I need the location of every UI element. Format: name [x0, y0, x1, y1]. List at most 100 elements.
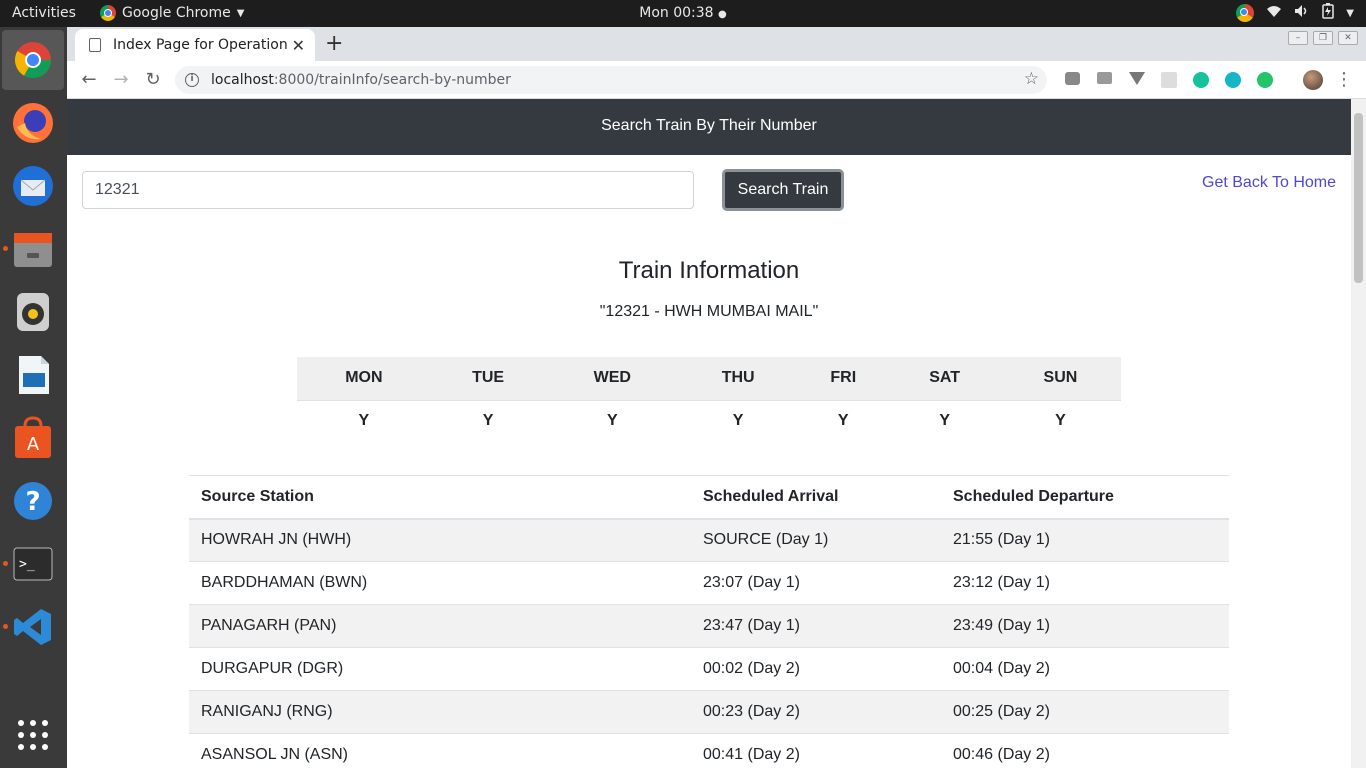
home-link[interactable]: Get Back To Home [1202, 174, 1336, 192]
forward-button[interactable]: → [108, 67, 134, 93]
svg-text:A: A [27, 434, 40, 455]
gnome-top-bar: Activities Google Chrome ▼ Mon 00:38 ● ▼ [0, 0, 1366, 27]
page-icon [89, 38, 101, 52]
dock-files[interactable] [3, 224, 58, 274]
app-menu-label: Google Chrome [122, 5, 231, 21]
chrome-tray-icon[interactable] [1236, 4, 1255, 22]
wifi-icon[interactable] [1266, 4, 1282, 22]
system-menu-chevron-icon[interactable]: ▼ [1346, 8, 1354, 19]
column-header-departure: Scheduled Departure [941, 475, 1229, 520]
days-value-row: Y Y Y Y Y Y Y [297, 400, 1121, 442]
vpn-extension-icon[interactable] [1129, 72, 1145, 85]
page-scrollbar[interactable] [1351, 99, 1366, 768]
firefox-icon [13, 103, 53, 143]
help-icon: ? [14, 482, 52, 520]
running-indicator [3, 624, 8, 629]
dock-software[interactable]: A [8, 413, 58, 463]
battery-icon[interactable] [1322, 3, 1335, 23]
close-tab-icon[interactable]: ✕ [292, 36, 305, 55]
dock-thunderbird[interactable] [8, 161, 58, 211]
dock: A ? >_ [0, 27, 67, 768]
scrollbar-thumb[interactable] [1354, 113, 1363, 283]
volume-icon[interactable] [1294, 4, 1310, 22]
running-indicator [3, 561, 8, 566]
tab-active[interactable]: Index Page for Operation ✕ [75, 29, 315, 61]
departure-cell: 21:55 (Day 1) [941, 518, 1229, 562]
close-window-button[interactable]: ✕ [1338, 31, 1358, 45]
column-header-arrival: Scheduled Arrival [691, 475, 941, 520]
arrival-cell: SOURCE (Day 1) [691, 518, 941, 562]
page-header: Search Train By Their Number [67, 99, 1351, 155]
dock-writer[interactable] [8, 350, 58, 400]
profile-avatar[interactable] [1303, 70, 1323, 90]
dock-vscode[interactable] [3, 602, 58, 652]
table-row: ASANSOL JN (ASN) 00:41 (Day 2) 00:46 (Da… [189, 733, 1229, 768]
dock-chrome[interactable] [2, 30, 64, 90]
activities-button[interactable]: Activities [12, 5, 76, 21]
chrome-menu-icon[interactable]: ⋮ [1331, 67, 1357, 93]
reload-button[interactable]: ↻ [140, 67, 166, 93]
new-tab-button[interactable]: + [325, 31, 343, 56]
table-row: RANIGANJ (RNG) 00:23 (Day 2) 00:25 (Day … [189, 690, 1229, 734]
writer-icon [19, 356, 49, 394]
page-header-title: Search Train By Their Number [601, 117, 817, 134]
mendeley-icon[interactable] [1225, 72, 1241, 88]
dock-firefox[interactable] [8, 98, 58, 148]
extension-icon[interactable] [1097, 72, 1112, 84]
day-value: Y [1055, 412, 1066, 430]
notification-dot-icon: ● [718, 9, 727, 20]
screenshot-extension-icon[interactable] [1065, 72, 1080, 85]
chrome-icon [14, 42, 52, 79]
day-header: FRI [797, 357, 890, 401]
dock-app-grid[interactable] [8, 710, 58, 760]
day-value: Y [606, 412, 618, 430]
dock-rhythmbox[interactable] [8, 287, 58, 337]
bookmark-star-icon[interactable]: ☆ [1024, 69, 1039, 89]
table-row: HOWRAH JN (HWH) SOURCE (Day 1) 21:55 (Da… [189, 518, 1229, 562]
dock-terminal[interactable]: >_ [3, 539, 58, 589]
address-bar[interactable]: i localhost:8000/trainInfo/search-by-num… [175, 66, 1047, 94]
station-cell: RANIGANJ (RNG) [189, 690, 691, 734]
stations-header-row: Source Station Scheduled Arrival Schedul… [189, 475, 1229, 520]
files-icon [14, 233, 52, 267]
url-path: :8000/trainInfo/search-by-number [273, 72, 511, 88]
train-number-input[interactable] [82, 171, 694, 209]
maximize-button[interactable]: ❐ [1313, 31, 1333, 45]
arrival-cell: 23:07 (Day 1) [691, 561, 941, 605]
browser-toolbar: ← → ↻ i localhost:8000/trainInfo/search-… [67, 61, 1366, 99]
grammarly-icon[interactable] [1193, 72, 1209, 88]
grid-extension-icon[interactable] [1161, 72, 1177, 88]
day-value: Y [939, 412, 950, 430]
site-info-icon[interactable]: i [185, 73, 199, 87]
tab-title: Index Page for Operation [113, 37, 288, 53]
stations-table: Source Station Scheduled Arrival Schedul… [189, 475, 1229, 768]
arrival-cell: 23:47 (Day 1) [691, 604, 941, 648]
station-cell: BARDDHAMAN (BWN) [189, 561, 691, 605]
svg-text:?: ? [25, 487, 40, 517]
app-menu[interactable]: Google Chrome ▼ [100, 5, 244, 21]
search-train-button[interactable]: Search Train [722, 169, 844, 211]
day-header: SAT [889, 357, 1000, 401]
arrival-cell: 00:23 (Day 2) [691, 690, 941, 734]
vscode-icon [14, 609, 51, 645]
table-row: DURGAPUR (DGR) 00:02 (Day 2) 00:04 (Day … [189, 647, 1229, 691]
running-indicator [3, 246, 8, 251]
day-value: Y [837, 412, 849, 430]
day-value: Y [358, 412, 370, 430]
dock-help[interactable]: ? [8, 476, 58, 526]
clock[interactable]: Mon 00:38 [639, 5, 713, 21]
section-title: Train Information [618, 257, 800, 284]
back-button[interactable]: ← [76, 67, 102, 93]
departure-cell: 00:04 (Day 2) [941, 647, 1229, 691]
train-name: "12321 - HWH MUMBAI MAIL" [599, 303, 819, 320]
departure-cell: 23:12 (Day 1) [941, 561, 1229, 605]
departure-cell: 23:49 (Day 1) [941, 604, 1229, 648]
station-cell: PANAGARH (PAN) [189, 604, 691, 648]
running-days-table: MON TUE WED THU FRI SAT SUN Y Y Y Y Y Y [297, 357, 1121, 442]
tab-strip: Index Page for Operation ✕ + – ❐ ✕ [67, 27, 1366, 61]
minimize-button[interactable]: – [1288, 31, 1308, 45]
arrival-cell: 00:02 (Day 2) [691, 647, 941, 691]
chat-extension-icon[interactable] [1257, 72, 1273, 88]
day-value: Y [482, 412, 494, 430]
system-tray[interactable]: ▼ [1236, 3, 1354, 23]
